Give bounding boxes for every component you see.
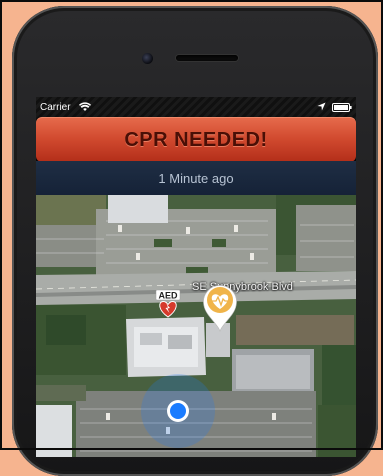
aed-heart-icon: AED xyxy=(155,289,181,318)
current-location-icon xyxy=(141,374,215,448)
wifi-icon xyxy=(79,102,91,111)
alert-time-ago: 1 Minute ago xyxy=(158,170,234,186)
aed-label: AED xyxy=(158,291,178,301)
satellite-map[interactable]: SE Sunnybrook Blvd AED xyxy=(36,195,356,457)
user-location-marker xyxy=(140,373,216,449)
location-arrow-icon xyxy=(317,102,326,111)
app-screen: Carrier CPR NEEDED! 1 Minute ago SE Sunn… xyxy=(36,97,356,457)
emergency-location-marker[interactable] xyxy=(200,282,240,333)
battery-icon xyxy=(332,103,352,112)
carrier-label: Carrier xyxy=(40,102,71,113)
heart-pulse-icon xyxy=(203,285,237,333)
cpr-needed-banner[interactable]: CPR NEEDED! xyxy=(36,117,356,162)
alert-time-bar: 1 Minute ago xyxy=(36,161,356,195)
front-camera xyxy=(142,53,153,64)
earpiece-speaker xyxy=(176,55,238,61)
status-bar: Carrier xyxy=(36,97,356,119)
aed-marker[interactable]: AED xyxy=(154,289,182,320)
